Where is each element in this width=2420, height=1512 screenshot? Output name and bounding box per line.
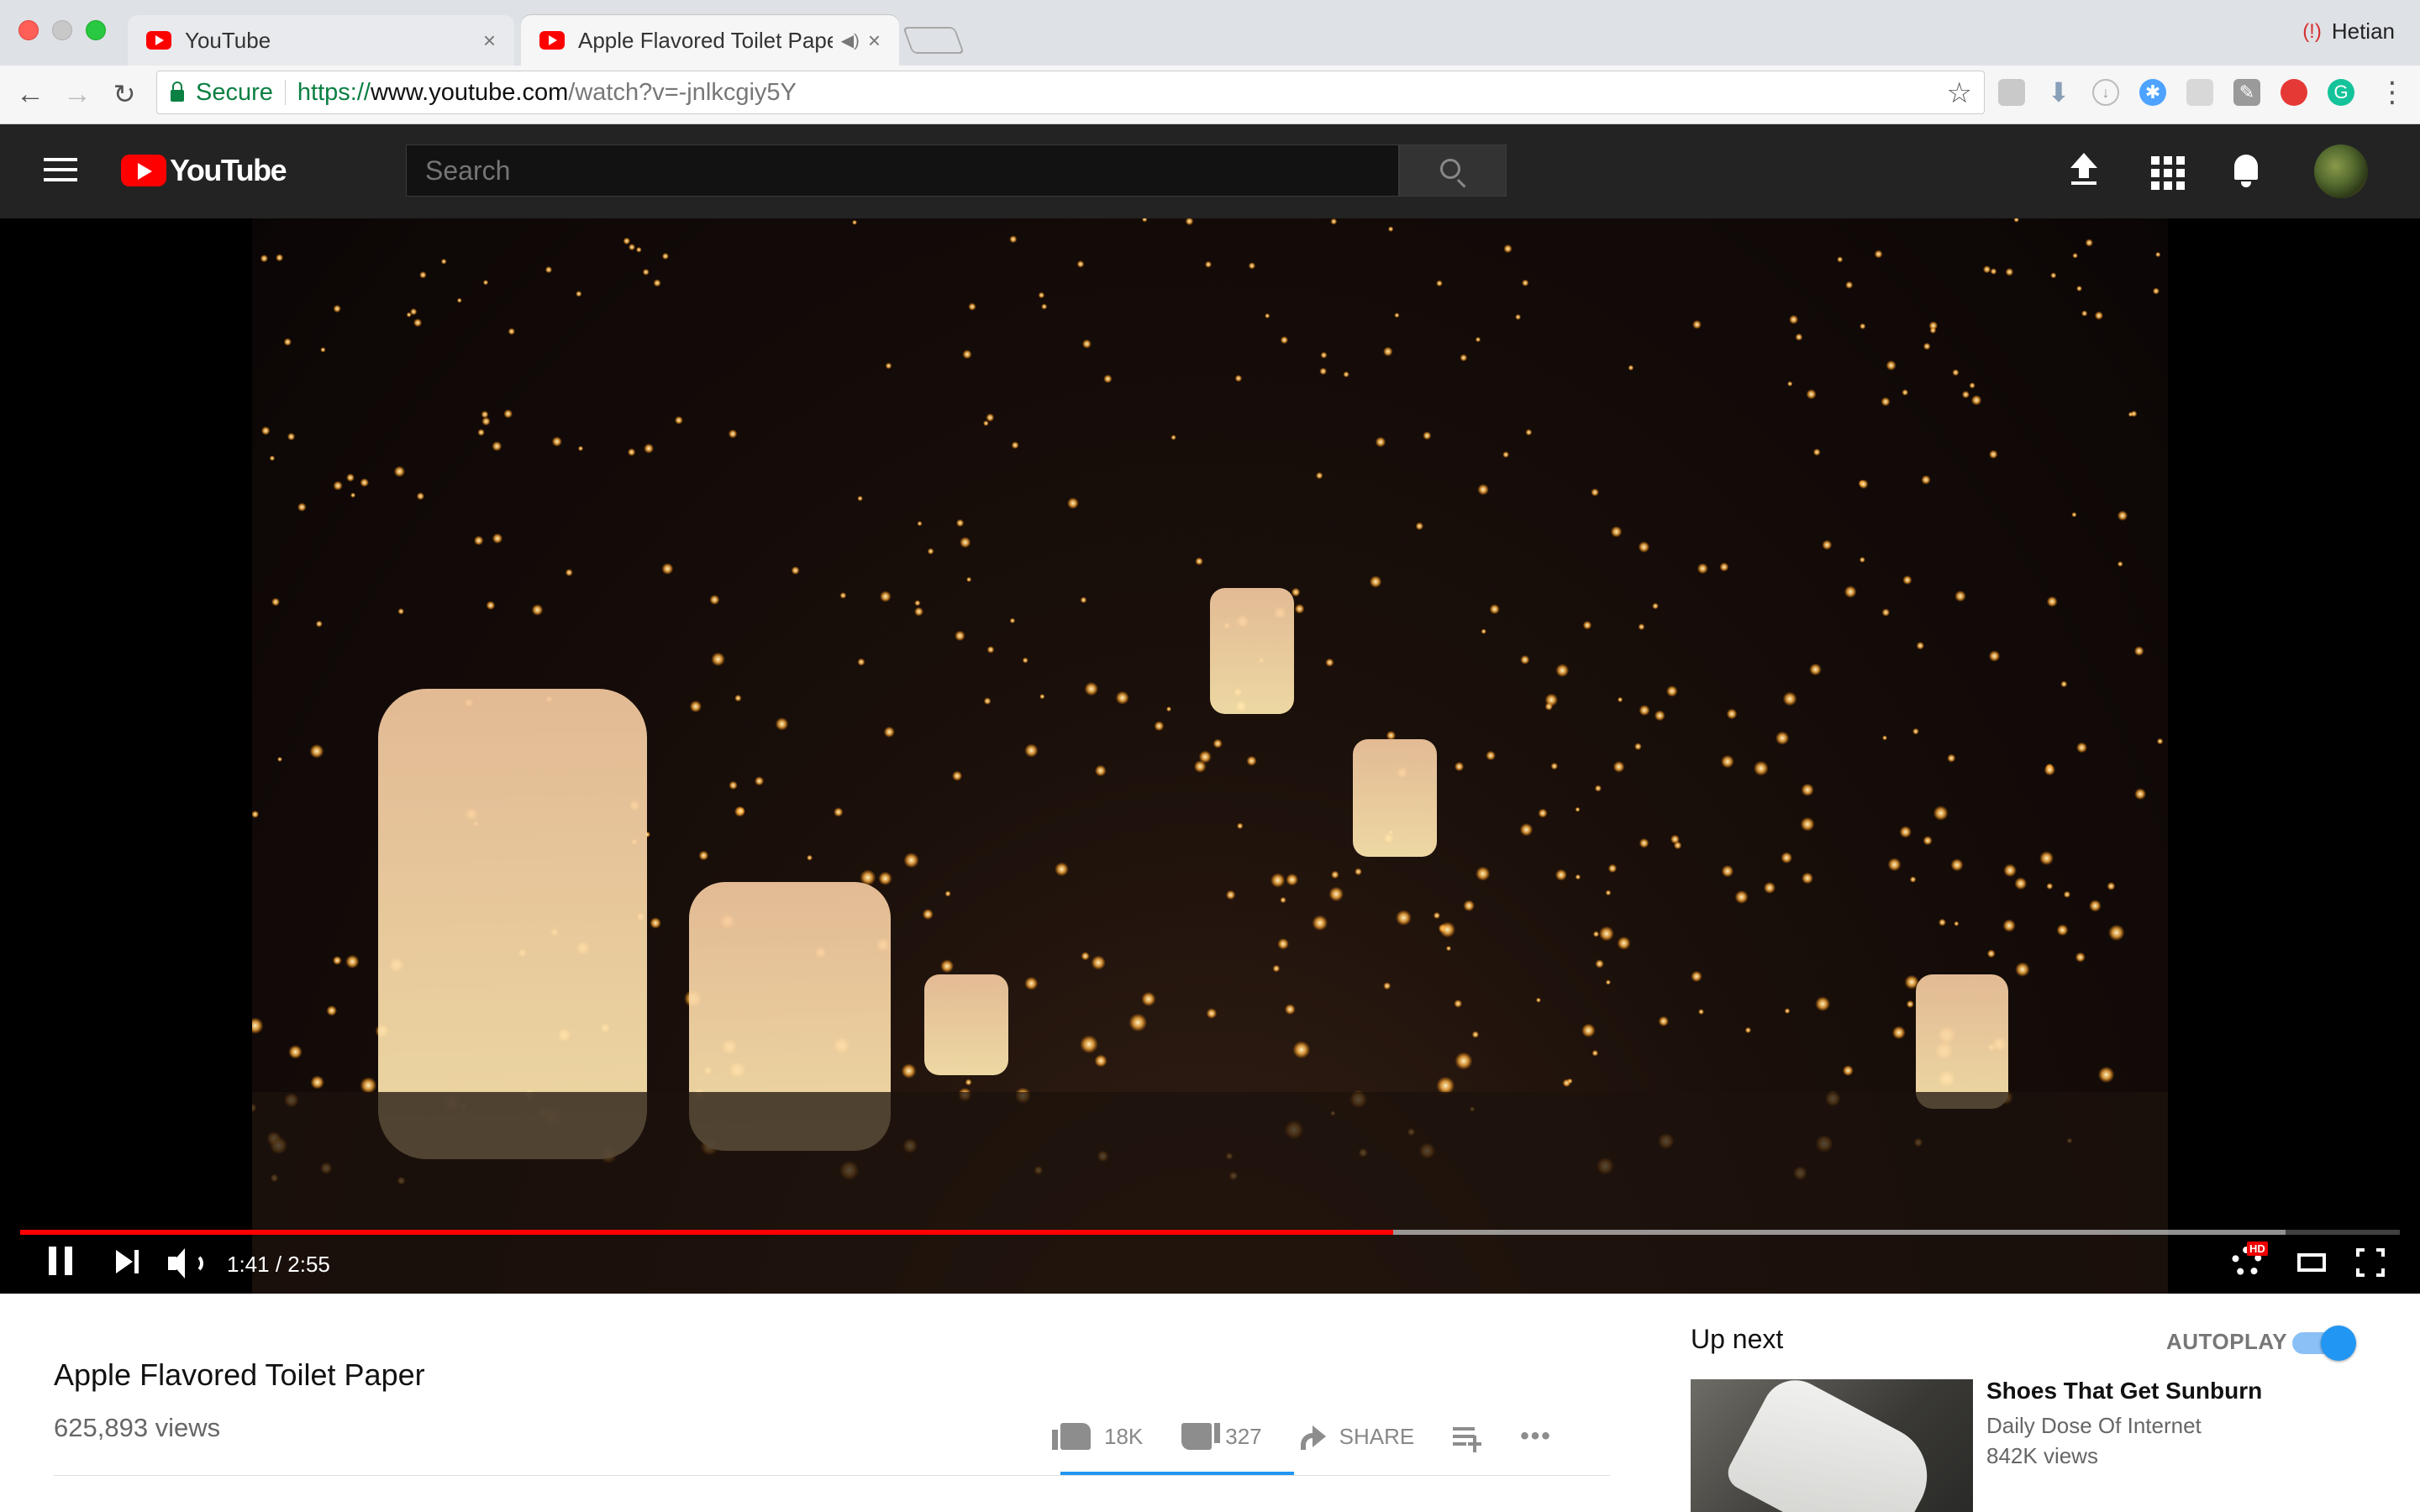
video-actions: 18K 327 SHARE ••• xyxy=(1052,1411,1591,1462)
extension-grammarly-icon[interactable]: G xyxy=(2328,79,2354,106)
browser-toolbar: ← → ↻ Secure https://www.youtube.com/wat… xyxy=(0,66,2420,173)
video-frame[interactable] xyxy=(252,218,2168,1294)
window-minimize-button[interactable] xyxy=(52,20,72,40)
up-next-views: 842K views xyxy=(1986,1443,2098,1468)
notifications-bell-icon[interactable] xyxy=(2225,150,2269,193)
up-next-heading: Up next xyxy=(1691,1324,1784,1354)
youtube-play-logo-icon xyxy=(121,155,166,186)
extension-calendar-icon[interactable] xyxy=(2281,79,2307,106)
like-button[interactable]: 18K xyxy=(1052,1423,1144,1450)
dislike-button[interactable]: 327 xyxy=(1181,1423,1262,1450)
apps-grid-icon[interactable] xyxy=(2144,150,2188,193)
share-icon xyxy=(1300,1425,1326,1450)
back-arrow-icon[interactable]: ← xyxy=(12,76,49,113)
up-next-thumbnail[interactable] xyxy=(1691,1379,1973,1512)
more-icon: ••• xyxy=(1520,1422,1552,1450)
url-path: /watch?v=-jnlkcgiy5Y xyxy=(568,78,797,106)
more-actions-button[interactable]: ••• xyxy=(1520,1422,1552,1451)
add-to-playlist-button[interactable] xyxy=(1453,1425,1482,1452)
up-next-channel[interactable]: Daily Dose Of Internet xyxy=(1986,1413,2202,1439)
search-input[interactable] xyxy=(406,144,1399,197)
divider xyxy=(54,1475,1610,1476)
toggle-knob xyxy=(2321,1326,2356,1361)
search-icon xyxy=(1440,159,1460,179)
youtube-favicon-icon xyxy=(146,31,171,50)
like-count: 18K xyxy=(1104,1423,1144,1449)
secure-label: Secure xyxy=(196,78,273,106)
audio-playing-icon[interactable]: ◀) xyxy=(841,30,860,51)
kebab-menu-icon[interactable]: ⋮ xyxy=(2378,76,2407,109)
player-controls: 1:41 / 2:55 HD xyxy=(0,1235,2420,1294)
share-button[interactable]: SHARE xyxy=(1300,1423,1415,1450)
lock-icon xyxy=(171,81,184,102)
extension-blue-icon[interactable]: ✱ xyxy=(2139,79,2166,106)
extension-download-icon[interactable]: ⬇ xyxy=(2045,79,2072,106)
window-close-button[interactable] xyxy=(18,20,39,40)
avatar[interactable] xyxy=(2314,144,2368,198)
browser-tab-video[interactable]: Apple Flavored Toilet Paper ◀) × xyxy=(521,15,899,66)
tab-close-icon[interactable]: × xyxy=(868,28,881,54)
view-count: 625,893 views xyxy=(54,1413,221,1442)
url-host: www.youtube.com xyxy=(370,78,569,106)
extension-translate-icon[interactable] xyxy=(1998,79,2025,106)
forward-arrow-icon[interactable]: → xyxy=(59,76,96,113)
url-scheme: https:// xyxy=(297,78,371,106)
shoe-image xyxy=(1722,1379,1945,1512)
profile-icon: (!) xyxy=(2302,19,2322,43)
profile-button[interactable]: (!) Hetian xyxy=(2302,18,2395,45)
video-player[interactable]: 1:41 / 2:55 HD xyxy=(0,218,2420,1294)
tab-title: Apple Flavored Toilet Paper xyxy=(578,27,833,53)
youtube-logo[interactable]: YouTube xyxy=(121,153,287,188)
autoplay-label: AUTOPLAY xyxy=(2166,1329,2288,1354)
thumb-down-icon xyxy=(1181,1423,1213,1450)
next-icon[interactable] xyxy=(116,1250,141,1275)
search-button[interactable] xyxy=(1399,144,1507,197)
video-content-lanterns xyxy=(252,218,2168,1294)
tab-close-icon[interactable]: × xyxy=(483,28,496,54)
youtube-masthead: YouTube xyxy=(0,124,2420,218)
time-display: 1:41 / 2:55 xyxy=(227,1252,330,1277)
profile-name: Hetian xyxy=(2331,18,2395,44)
logo-text: YouTube xyxy=(170,153,287,187)
tab-title: YouTube xyxy=(185,27,271,53)
volume-icon[interactable] xyxy=(168,1248,205,1278)
address-bar[interactable]: Secure https://www.youtube.com/watch?v=-… xyxy=(156,71,1985,114)
up-next-title[interactable]: Shoes That Get Sunburn xyxy=(1986,1378,2262,1404)
theater-mode-icon[interactable] xyxy=(2297,1253,2326,1272)
dislike-count: 327 xyxy=(1225,1423,1262,1449)
extension-save-icon[interactable]: ↓ xyxy=(2092,79,2119,106)
thumb-up-icon xyxy=(1052,1423,1091,1450)
hd-badge: HD xyxy=(2247,1242,2268,1256)
bookmark-star-icon[interactable]: ☆ xyxy=(1947,76,1972,110)
pause-icon[interactable] xyxy=(49,1247,72,1275)
video-title: Apple Flavored Toilet Paper xyxy=(54,1357,425,1392)
window-maximize-button[interactable] xyxy=(86,20,106,40)
reload-icon[interactable]: ↻ xyxy=(106,76,143,113)
hamburger-menu-icon[interactable] xyxy=(44,158,77,183)
autoplay-toggle[interactable] xyxy=(2292,1326,2356,1361)
add-to-playlist-icon xyxy=(1453,1425,1482,1452)
extension-edit-icon[interactable]: ✎ xyxy=(2233,79,2260,106)
browser-tab-youtube[interactable]: YouTube × xyxy=(128,15,514,66)
new-tab-button[interactable] xyxy=(902,27,965,54)
browser-tab-strip: YouTube × Apple Flavored Toilet Paper ◀)… xyxy=(0,0,2420,66)
fullscreen-icon[interactable] xyxy=(2356,1248,2385,1277)
upload-icon[interactable] xyxy=(2062,150,2106,193)
url-separator xyxy=(284,80,286,105)
extension-grid-icon[interactable] xyxy=(2186,79,2213,106)
youtube-favicon-icon xyxy=(539,31,565,50)
share-label: SHARE xyxy=(1339,1423,1415,1449)
